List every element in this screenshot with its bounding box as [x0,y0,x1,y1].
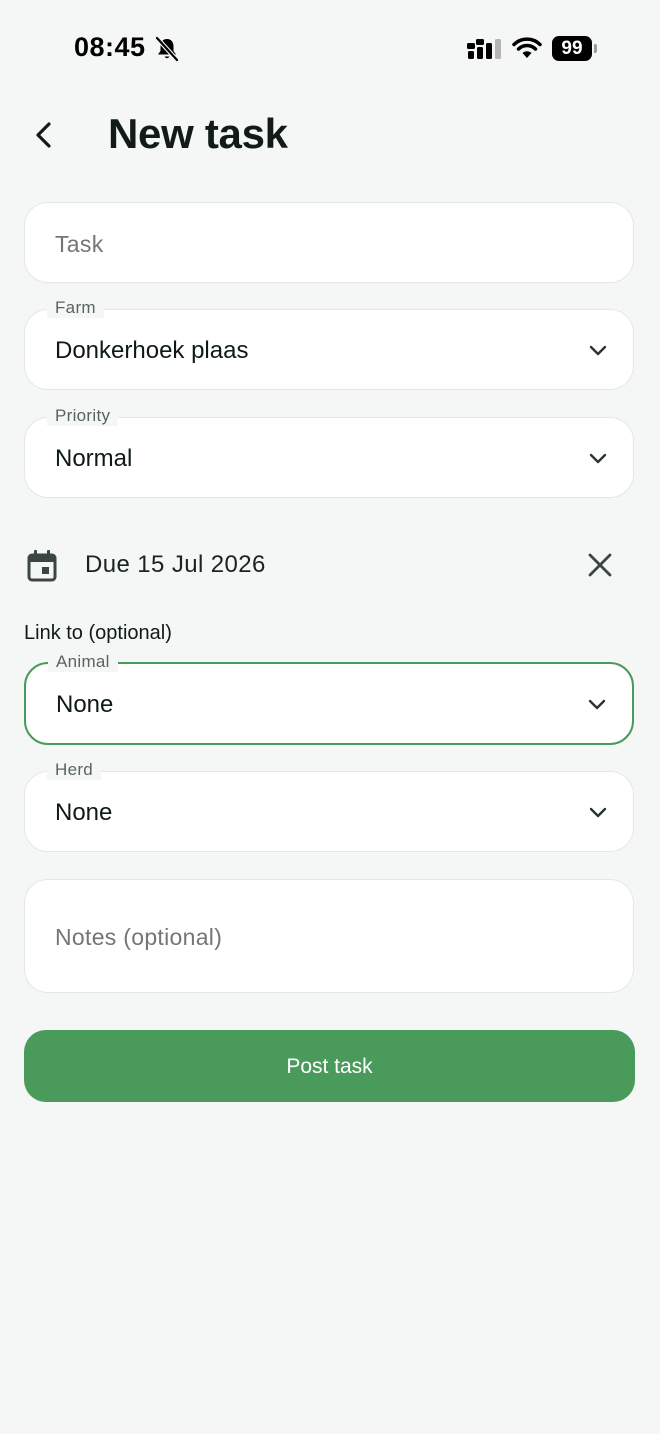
new-task-screen: 08:45 99 New task Task Farm Donkerhoek p… [0,0,660,1434]
chevron-down-icon [588,699,606,710]
battery-tip [594,44,597,53]
signal-icon [467,39,501,59]
notes-input[interactable] [55,922,595,952]
priority-value: Normal [55,445,133,472]
back-button[interactable] [24,112,64,158]
animal-label: Animal [48,652,118,672]
herd-select[interactable]: Herd None [24,760,634,852]
farm-value: Donkerhoek plaas [55,337,249,364]
animal-value: None [56,691,114,718]
due-date-text[interactable]: Due 15 Jul 2026 [85,551,266,579]
task-input[interactable] [55,230,595,258]
priority-select[interactable]: Priority Normal [24,406,634,498]
page-title: New task [108,110,288,157]
status-bar: 08:45 99 [0,0,660,96]
chevron-down-icon [589,807,607,818]
battery-icon: 99 [552,36,598,61]
herd-label: Herd [47,760,102,780]
wifi-icon [512,37,542,58]
farm-label: Farm [47,298,104,318]
priority-label: Priority [47,406,119,426]
post-task-button[interactable]: Post task [24,1030,635,1102]
calendar-icon[interactable] [26,549,58,583]
battery-level: 99 [552,36,592,61]
link-section-label: Link to (optional) [24,622,172,644]
chevron-down-icon [589,345,607,356]
close-icon [588,553,612,577]
notes-field[interactable] [24,879,634,993]
chevron-down-icon [589,453,607,464]
animal-select[interactable]: Animal None [24,652,634,745]
clear-date-button[interactable] [584,549,616,581]
herd-value: None [55,799,113,826]
farm-select[interactable]: Farm Donkerhoek plaas [24,298,634,390]
status-time: 08:45 [74,32,146,62]
bell-off-icon [155,36,179,62]
task-field[interactable] [24,202,634,283]
chevron-left-icon [36,122,51,148]
